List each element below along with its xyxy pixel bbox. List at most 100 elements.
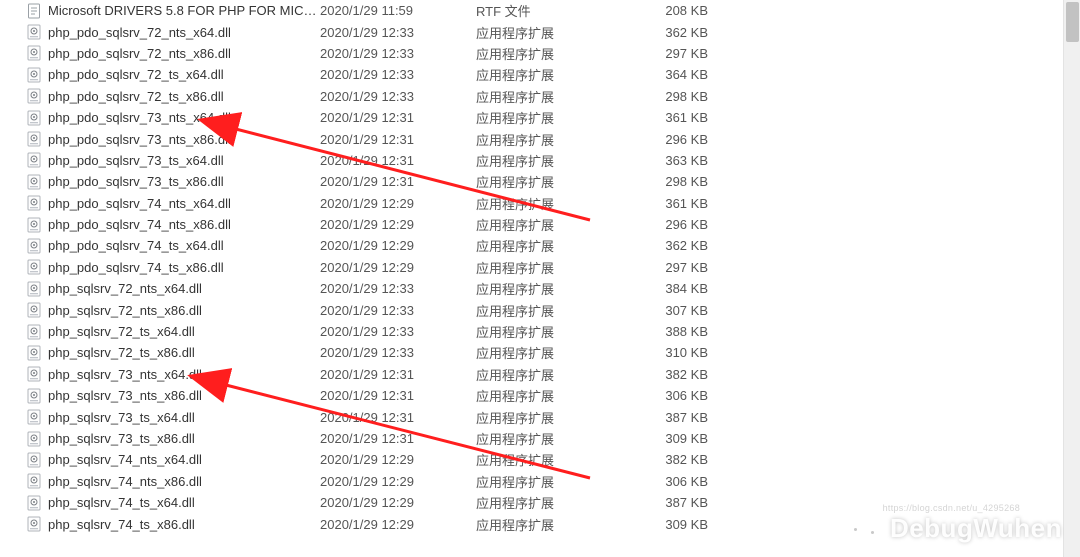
file-row[interactable]: php_pdo_sqlsrv_74_ts_x64.dll2020/1/29 12…: [0, 235, 1062, 256]
dll-icon: [26, 45, 42, 61]
dll-icon: [26, 516, 42, 532]
file-type: 应用程序扩展: [476, 172, 638, 191]
file-row[interactable]: php_sqlsrv_73_ts_x86.dll2020/1/29 12:31应…: [0, 428, 1062, 449]
file-row[interactable]: php_pdo_sqlsrv_72_ts_x86.dll2020/1/29 12…: [0, 86, 1062, 107]
file-type: 应用程序扩展: [476, 279, 638, 298]
dll-icon: [26, 67, 42, 83]
file-row[interactable]: php_sqlsrv_73_nts_x86.dll2020/1/29 12:31…: [0, 385, 1062, 406]
dll-icon: [26, 195, 42, 211]
dll-icon: [26, 345, 42, 361]
file-size: 362 KB: [638, 238, 708, 253]
dll-icon: [26, 366, 42, 382]
file-size: 382 KB: [638, 367, 708, 382]
file-date: 2020/1/29 12:33: [320, 345, 476, 360]
dll-icon: [26, 388, 42, 404]
dll-icon: [26, 152, 42, 168]
file-size: 309 KB: [638, 517, 708, 532]
file-date: 2020/1/29 12:31: [320, 431, 476, 446]
file-type: 应用程序扩展: [476, 429, 638, 448]
file-row[interactable]: php_pdo_sqlsrv_72_ts_x64.dll2020/1/29 12…: [0, 64, 1062, 85]
file-name: php_pdo_sqlsrv_74_ts_x86.dll: [48, 260, 320, 275]
file-name: php_pdo_sqlsrv_74_nts_x86.dll: [48, 217, 320, 232]
file-row[interactable]: php_sqlsrv_72_ts_x64.dll2020/1/29 12:33应…: [0, 321, 1062, 342]
file-date: 2020/1/29 12:31: [320, 174, 476, 189]
file-size: 364 KB: [638, 67, 708, 82]
file-row[interactable]: Microsoft DRIVERS 5.8 FOR PHP FOR MICR..…: [0, 0, 1062, 21]
file-type: 应用程序扩展: [476, 215, 638, 234]
watermark: DebugWuhen: [848, 511, 1062, 545]
file-type: 应用程序扩展: [476, 151, 638, 170]
file-name: php_sqlsrv_74_nts_x86.dll: [48, 474, 320, 489]
file-name: php_pdo_sqlsrv_73_nts_x64.dll: [48, 110, 320, 125]
file-size: 309 KB: [638, 431, 708, 446]
file-date: 2020/1/29 12:29: [320, 260, 476, 275]
dll-icon: [26, 131, 42, 147]
file-date: 2020/1/29 12:33: [320, 303, 476, 318]
file-size: 297 KB: [638, 46, 708, 61]
file-name: php_sqlsrv_74_ts_x64.dll: [48, 495, 320, 510]
file-date: 2020/1/29 12:29: [320, 217, 476, 232]
scrollbar[interactable]: [1063, 0, 1080, 557]
file-date: 2020/1/29 12:33: [320, 67, 476, 82]
file-size: 362 KB: [638, 25, 708, 40]
file-row[interactable]: php_sqlsrv_73_nts_x64.dll2020/1/29 12:31…: [0, 364, 1062, 385]
file-size: 307 KB: [638, 303, 708, 318]
file-date: 2020/1/29 12:29: [320, 517, 476, 532]
file-name: php_sqlsrv_72_ts_x64.dll: [48, 324, 320, 339]
file-date: 2020/1/29 12:31: [320, 132, 476, 147]
file-type: 应用程序扩展: [476, 236, 638, 255]
file-row[interactable]: php_pdo_sqlsrv_73_ts_x64.dll2020/1/29 12…: [0, 150, 1062, 171]
file-row[interactable]: php_sqlsrv_74_nts_x64.dll2020/1/29 12:29…: [0, 449, 1062, 470]
file-row[interactable]: php_sqlsrv_72_nts_x64.dll2020/1/29 12:33…: [0, 278, 1062, 299]
file-list[interactable]: Microsoft DRIVERS 5.8 FOR PHP FOR MICR..…: [0, 0, 1062, 557]
file-name: php_sqlsrv_73_nts_x86.dll: [48, 388, 320, 403]
dll-icon: [26, 473, 42, 489]
file-date: 2020/1/29 12:31: [320, 367, 476, 382]
file-row[interactable]: php_pdo_sqlsrv_74_ts_x86.dll2020/1/29 12…: [0, 257, 1062, 278]
file-date: 2020/1/29 12:29: [320, 196, 476, 211]
file-size: 298 KB: [638, 174, 708, 189]
file-type: 应用程序扩展: [476, 472, 638, 491]
file-name: php_sqlsrv_72_ts_x86.dll: [48, 345, 320, 360]
watermark-text: DebugWuhen: [890, 513, 1062, 544]
file-row[interactable]: php_pdo_sqlsrv_74_nts_x64.dll2020/1/29 1…: [0, 193, 1062, 214]
dll-icon: [26, 324, 42, 340]
file-date: 2020/1/29 12:33: [320, 324, 476, 339]
file-type: 应用程序扩展: [476, 450, 638, 469]
file-type: 应用程序扩展: [476, 108, 638, 127]
file-name: php_sqlsrv_74_ts_x86.dll: [48, 517, 320, 532]
wechat-icon: [848, 511, 882, 545]
file-date: 2020/1/29 12:29: [320, 238, 476, 253]
scrollbar-thumb[interactable]: [1066, 2, 1079, 42]
file-row[interactable]: php_pdo_sqlsrv_74_nts_x86.dll2020/1/29 1…: [0, 214, 1062, 235]
dll-icon: [26, 281, 42, 297]
file-name: php_pdo_sqlsrv_72_nts_x64.dll: [48, 25, 320, 40]
file-size: 208 KB: [638, 3, 708, 18]
file-row[interactable]: php_pdo_sqlsrv_73_ts_x86.dll2020/1/29 12…: [0, 171, 1062, 192]
file-row[interactable]: php_pdo_sqlsrv_73_nts_x64.dll2020/1/29 1…: [0, 107, 1062, 128]
file-type: 应用程序扩展: [476, 301, 638, 320]
file-row[interactable]: php_pdo_sqlsrv_72_nts_x64.dll2020/1/29 1…: [0, 21, 1062, 42]
file-type: 应用程序扩展: [476, 493, 638, 512]
file-row[interactable]: php_sqlsrv_74_nts_x86.dll2020/1/29 12:29…: [0, 471, 1062, 492]
file-size: 387 KB: [638, 410, 708, 425]
file-name: php_pdo_sqlsrv_73_ts_x64.dll: [48, 153, 320, 168]
file-row[interactable]: php_sqlsrv_73_ts_x64.dll2020/1/29 12:31应…: [0, 406, 1062, 427]
file-row[interactable]: php_sqlsrv_72_ts_x86.dll2020/1/29 12:33应…: [0, 342, 1062, 363]
file-size: 297 KB: [638, 260, 708, 275]
file-type: 应用程序扩展: [476, 343, 638, 362]
file-name: php_sqlsrv_73_nts_x64.dll: [48, 367, 320, 382]
dll-icon: [26, 495, 42, 511]
file-name: php_pdo_sqlsrv_73_ts_x86.dll: [48, 174, 320, 189]
file-type: 应用程序扩展: [476, 130, 638, 149]
file-name: php_pdo_sqlsrv_72_ts_x64.dll: [48, 67, 320, 82]
file-date: 2020/1/29 12:29: [320, 474, 476, 489]
file-row[interactable]: php_sqlsrv_72_nts_x86.dll2020/1/29 12:33…: [0, 299, 1062, 320]
file-row[interactable]: php_pdo_sqlsrv_72_nts_x86.dll2020/1/29 1…: [0, 43, 1062, 64]
file-date: 2020/1/29 12:33: [320, 89, 476, 104]
file-row[interactable]: php_pdo_sqlsrv_73_nts_x86.dll2020/1/29 1…: [0, 128, 1062, 149]
file-name: php_sqlsrv_72_nts_x64.dll: [48, 281, 320, 296]
dll-icon: [26, 110, 42, 126]
file-type: 应用程序扩展: [476, 258, 638, 277]
file-size: 298 KB: [638, 89, 708, 104]
